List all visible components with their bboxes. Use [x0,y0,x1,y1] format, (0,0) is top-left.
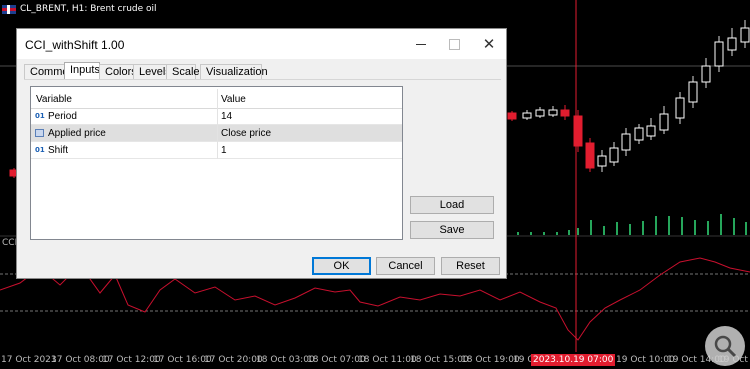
enum-type-icon [35,129,44,137]
row-value[interactable]: 14 [221,111,232,122]
row-variable: Period [48,111,77,122]
tab-common[interactable]: Common [24,64,75,79]
candle-body [675,97,685,119]
candle-body [634,127,644,141]
dialog-titlebar[interactable]: CCI_withShift 1.00 ✕ [17,29,506,59]
dialog-title: CCI_withShift 1.00 [25,38,125,52]
time-tick: 18 Oct 11:00 [358,355,417,365]
candle-body [688,81,698,103]
row-variable: Applied price [48,128,106,139]
integer-type-icon: 01 [35,112,45,120]
save-button[interactable]: Save [410,221,494,239]
column-divider [217,89,218,109]
candle-body [646,125,656,137]
ok-button[interactable]: OK [312,257,371,275]
candle-body [609,147,619,163]
candle-body [740,27,750,43]
indicator-label: CCI [2,238,18,248]
load-button[interactable]: Load [410,196,494,214]
candle-body [560,109,570,117]
maximize-icon [448,38,460,50]
tab-visualization[interactable]: Visualization [200,64,268,79]
chart-title: CL_BRENT, H1: Brent crude oil [2,3,157,15]
time-tick: 18 Oct 03:00 [256,355,315,365]
candle-body [714,41,724,67]
close-button[interactable]: ✕ [469,29,509,59]
time-tick: 17 Oct 2023 [1,355,57,365]
time-tick: 17 Oct 20:00 [204,355,263,365]
candle-body [621,133,631,151]
column-divider [217,108,218,125]
candle-body [659,113,669,131]
chart-symbol-label: CL_BRENT, H1: Brent crude oil [20,4,157,14]
magnifier-icon [714,335,737,358]
table-row[interactable]: 01 Shift 1 [31,142,402,159]
tab-colors[interactable]: Colors [99,64,137,79]
row-variable: Shift [48,145,69,156]
candle-body [585,142,595,169]
candle-body [507,112,517,120]
column-header-value: Value [221,94,246,105]
time-tick: 17 Oct 08:00 [51,355,110,365]
candle-body [701,65,711,83]
row-value[interactable]: Close price [221,128,271,139]
candle-body [548,109,558,116]
time-tick: 18 Oct 07:00 [307,355,366,365]
time-axis: 17 Oct 2023 17 Oct 08:00 17 Oct 12:00 17… [0,352,750,369]
column-divider [217,142,218,159]
maximize-button[interactable] [434,29,474,59]
indicator-properties-dialog: CCI_withShift 1.00 ✕ Common Inputs Color… [16,28,507,279]
table-row[interactable]: 01 Period 14 [31,108,402,125]
table-row[interactable]: Applied price Close price [31,125,402,142]
time-tick: 18 Oct 19:00 [461,355,520,365]
volume-bars [517,214,747,235]
tab-scale[interactable]: Scale [166,64,200,79]
flag-icon [2,4,16,14]
candle-body [727,37,737,51]
integer-type-icon: 01 [35,146,45,154]
inputs-table: Variable Value 01 Period 14 Applied pric… [30,86,403,240]
candle-body [597,155,607,167]
candle-body [522,112,532,119]
time-tick: 17 Oct 16:00 [153,355,212,365]
time-tick: 18 Oct 15:00 [410,355,469,365]
crosshair-time-label: 2023.10.19 07:00 [531,354,616,366]
column-header-variable: Variable [36,94,72,105]
candle-body [535,109,545,117]
cancel-button[interactable]: Cancel [376,257,435,275]
column-divider [217,125,218,142]
reset-button[interactable]: Reset [441,257,500,275]
time-tick: 19 Oct 10:00 [616,355,675,365]
time-tick: 17 Oct 12:00 [102,355,161,365]
tab-levels[interactable]: Levels [133,64,171,79]
row-value[interactable]: 1 [221,145,227,156]
tab-inputs[interactable]: Inputs [64,62,100,79]
candle-body [573,115,583,147]
zoom-button[interactable] [705,326,745,366]
minimize-icon [416,43,426,45]
table-header: Variable Value [31,89,402,109]
close-icon: ✕ [482,36,496,53]
